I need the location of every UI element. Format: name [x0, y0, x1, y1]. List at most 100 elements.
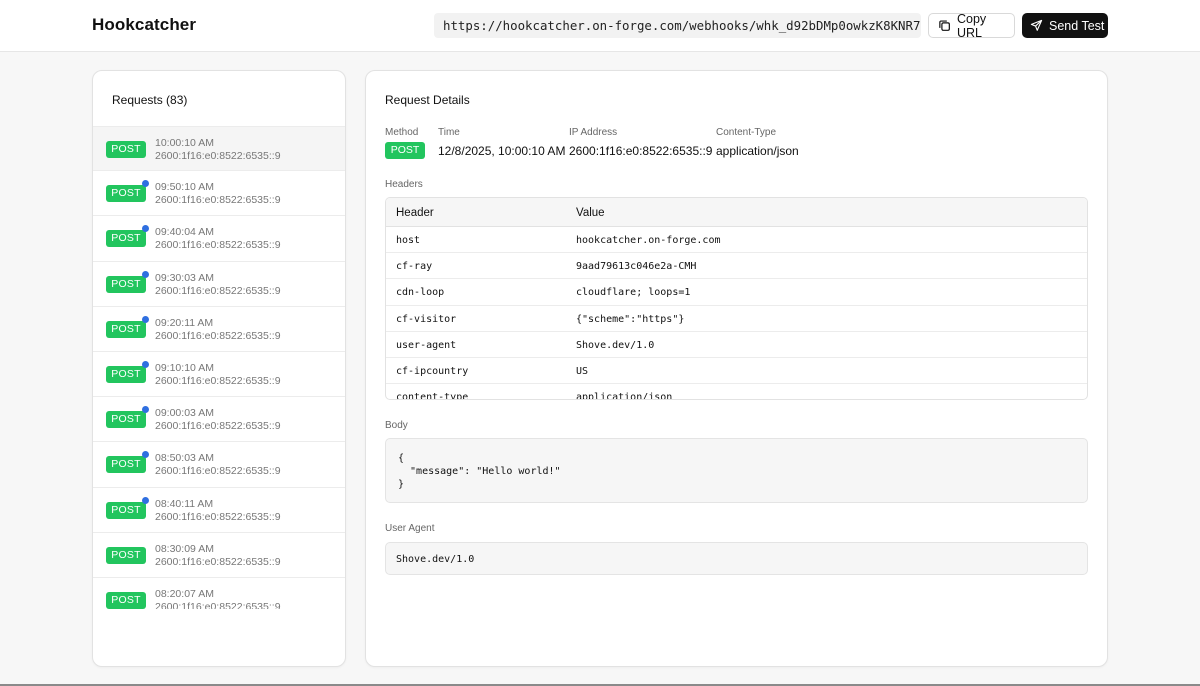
request-details-panel: Request Details Method POST Time 12/8/20… — [365, 70, 1108, 667]
header-value: Shove.dev/1.0 — [576, 339, 655, 351]
header-name: cdn-loop — [396, 287, 445, 299]
request-ip: 2600:1f16:e0:8522:6535::9 — [155, 420, 281, 433]
request-time: 09:40:04 AM — [155, 226, 214, 239]
webhook-url-field[interactable]: https://hookcatcher.on-forge.com/webhook… — [434, 13, 921, 38]
headers-table[interactable]: Header Value host hookcatcher.on-forge.co… — [385, 197, 1088, 400]
requests-panel: Requests (83) POST 10:00:10 AM 2600:1f16:e… — [92, 70, 346, 667]
header-value: {"scheme":"https"} — [576, 313, 685, 325]
copy-url-button[interactable]: Copy URL — [928, 11, 1015, 40]
time-label: Time — [438, 127, 460, 138]
method-badge: POST — [106, 275, 146, 293]
request-ip: 2600:1f16:e0:8522:6535::9 — [155, 555, 281, 568]
table-row: cf-ray 9aad79613c046e2a-CMH — [386, 253, 1087, 280]
request-item[interactable]: POST 08:50:03 AM 2600:1f16:e0:8522:6535::9 — [93, 442, 345, 488]
ip-value: 2600:1f16:e0:8522:6535::9 — [569, 144, 713, 158]
send-test-button[interactable]: Send Test — [1022, 13, 1108, 38]
request-details-title: Request Details — [385, 93, 470, 107]
user-agent-value: Shove.dev/1.0 — [385, 542, 1088, 575]
request-item[interactable]: POST 09:50:10 AM 2600:1f16:e0:8522:6535::9 — [93, 171, 345, 217]
unread-indicator — [142, 406, 149, 414]
request-item[interactable]: POST 09:10:10 AM 2600:1f16:e0:8522:6535::9 — [93, 352, 345, 398]
copy-icon — [938, 19, 951, 32]
send-test-label: Send Test — [1049, 18, 1105, 33]
method-badge: POST — [385, 142, 425, 159]
header-value: 9aad79613c046e2a-CMH — [576, 261, 697, 273]
request-ip: 2600:1f16:e0:8522:6535::9 — [155, 374, 281, 387]
method-badge: POST — [106, 185, 146, 203]
header-value: application/json — [576, 392, 673, 400]
unread-indicator — [142, 270, 149, 278]
request-item[interactable]: POST 09:00:03 AM 2600:1f16:e0:8522:6535::9 — [93, 397, 345, 443]
request-item[interactable]: POST 09:30:03 AM 2600:1f16:e0:8522:6535::9 — [93, 262, 345, 307]
table-row: cf-ipcountry US — [386, 358, 1087, 385]
request-item[interactable]: POST 10:00:10 AM 2600:1f16:e0:8522:6535::9 — [93, 126, 345, 172]
app-title: Hookcatcher — [92, 15, 197, 34]
table-row: content-type application/json — [386, 384, 1087, 400]
headers-table-header: Header Value — [386, 198, 1087, 227]
content-type-label: Content-Type — [716, 127, 777, 138]
header-name: content-type — [396, 392, 469, 400]
request-time: 08:20:07 AM — [155, 587, 214, 600]
request-ip: 2600:1f16:e0:8522:6535::9 — [155, 239, 281, 252]
request-time: 08:40:11 AM — [155, 497, 214, 510]
method-badge: POST — [106, 320, 146, 338]
request-item[interactable]: POST 09:40:04 AM 2600:1f16:e0:8522:6535::9 — [93, 216, 345, 262]
request-time: 09:10:10 AM — [155, 361, 214, 374]
unread-indicator — [142, 315, 149, 323]
user-agent-label: User Agent — [385, 523, 435, 534]
method-badge: POST — [106, 141, 146, 158]
unread-indicator — [142, 225, 149, 233]
body-label: Body — [385, 420, 408, 431]
request-time: 09:50:10 AM — [155, 181, 214, 194]
request-time: 08:50:03 AM — [155, 452, 214, 465]
method-badge: POST — [106, 230, 146, 248]
header-name: host — [396, 235, 421, 246]
request-time: 09:00:03 AM — [155, 407, 214, 420]
method-badge: POST — [106, 365, 146, 383]
header-name: user-agent — [396, 339, 457, 351]
header-name: cf-visitor — [396, 313, 457, 325]
request-ip: 2600:1f16:e0:8522:6535::9 — [155, 194, 281, 207]
header-value: US — [576, 365, 589, 377]
value-column-title: Value — [576, 207, 605, 219]
request-time: 10:00:10 AM — [155, 137, 214, 149]
unread-indicator — [142, 451, 149, 459]
method-badge: POST — [106, 456, 146, 474]
body-content: { "message": "Hello world!" } — [385, 438, 1088, 503]
header-name: cf-ipcountry — [396, 365, 469, 377]
send-icon — [1030, 19, 1043, 32]
table-row: cdn-loop cloudflare; loops=1 — [386, 279, 1087, 306]
unread-indicator — [142, 360, 149, 368]
request-ip: 2600:1f16:e0:8522:6535::9 — [155, 150, 281, 162]
header-value: hookcatcher.on-forge.com — [576, 235, 721, 246]
request-list[interactable]: POST 10:00:10 AM 2600:1f16:e0:8522:6535::9… — [93, 126, 345, 609]
ip-label: IP Address — [569, 127, 618, 138]
top-bar: Hookcatcher https://hookcatcher.on-forge… — [0, 0, 1200, 52]
method-badge: POST — [106, 501, 146, 519]
method-badge: POST — [106, 591, 146, 609]
request-ip: 2600:1f16:e0:8522:6535::9 — [155, 465, 281, 478]
request-ip: 2600:1f16:e0:8522:6535::9 — [155, 600, 281, 609]
copy-url-label: Copy URL — [957, 11, 987, 40]
headers-table-body: host hookcatcher.on-forge.com cf-ray 9aad79… — [386, 227, 1087, 400]
request-ip: 2600:1f16:e0:8522:6535::9 — [155, 284, 281, 297]
header-column-title: Header — [396, 207, 434, 219]
unread-indicator — [142, 180, 149, 188]
table-row: cf-visitor {"scheme":"https"} — [386, 306, 1087, 332]
header-value: cloudflare; loops=1 — [576, 287, 691, 299]
method-label: Method — [385, 127, 419, 138]
request-ip: 2600:1f16:e0:8522:6535::9 — [155, 510, 281, 523]
method-badge: POST — [106, 411, 146, 429]
method-badge: POST — [106, 546, 146, 564]
requests-title: Requests (83) — [112, 93, 188, 107]
table-row: host hookcatcher.on-forge.com — [386, 227, 1087, 254]
request-item[interactable]: POST 09:20:11 AM 2600:1f16:e0:8522:6535::9 — [93, 307, 345, 352]
table-row: user-agent Shove.dev/1.0 — [386, 332, 1087, 358]
request-time: 09:20:11 AM — [155, 316, 214, 329]
request-item[interactable]: POST 08:20:07 AM 2600:1f16:e0:8522:6535::9 — [93, 578, 345, 609]
content-type-value: application/json — [716, 144, 799, 158]
request-item[interactable]: POST 08:30:09 AM 2600:1f16:e0:8522:6535::9 — [93, 533, 345, 578]
request-ip: 2600:1f16:e0:8522:6535::9 — [155, 329, 281, 342]
request-item[interactable]: POST 08:40:11 AM 2600:1f16:e0:8522:6535::9 — [93, 488, 345, 533]
headers-label: Headers — [385, 179, 423, 190]
